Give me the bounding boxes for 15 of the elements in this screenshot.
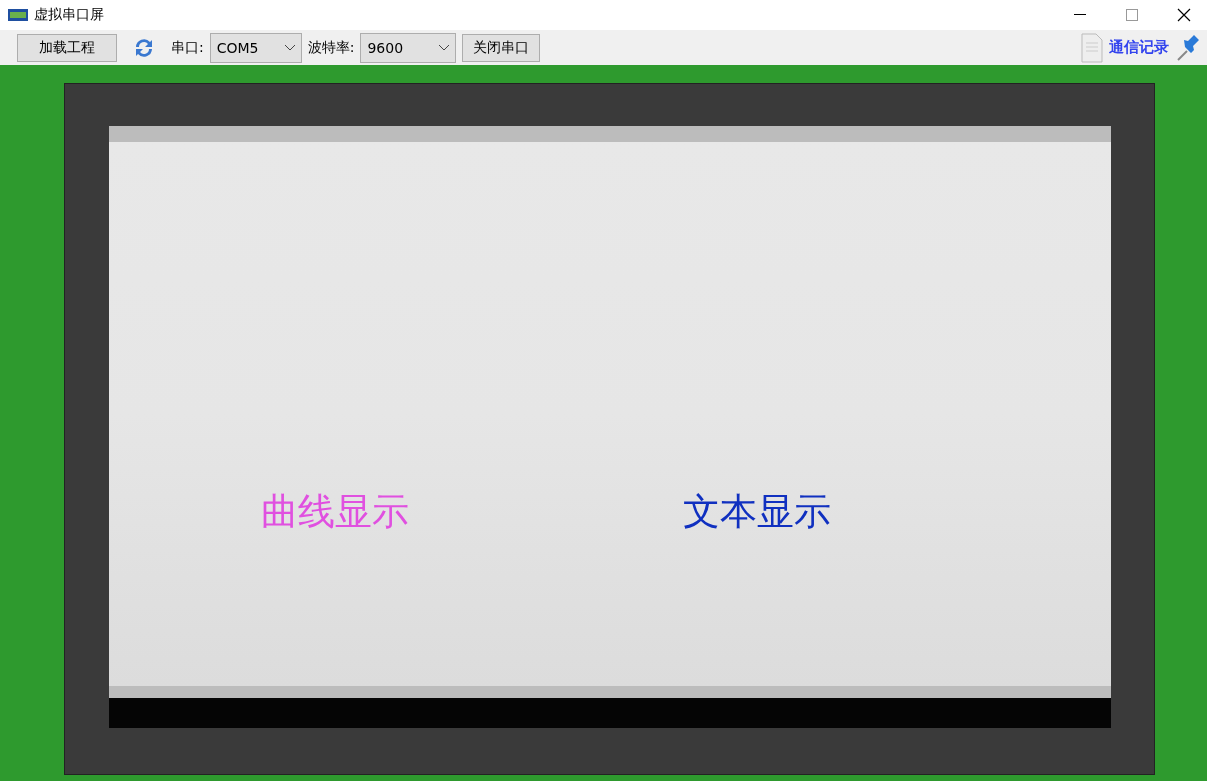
- minimize-icon[interactable]: [1074, 14, 1086, 16]
- baud-dropdown[interactable]: 9600: [360, 32, 457, 63]
- close-icon[interactable]: [1177, 8, 1191, 22]
- load-project-button[interactable]: 加载工程: [17, 33, 117, 62]
- close-port-button[interactable]: 关闭串口: [462, 33, 541, 62]
- app-icon: [8, 9, 28, 21]
- port-dropdown[interactable]: COM5: [209, 32, 302, 63]
- chevron-icon: [439, 44, 450, 51]
- window-title: 虚拟串口屏: [34, 6, 105, 24]
- baud-label: 波特率:: [307, 38, 355, 57]
- chevron-icon: [284, 44, 295, 51]
- maximize-icon[interactable]: [1126, 9, 1138, 21]
- port-label: 串口:: [171, 38, 204, 57]
- screen-menu-button[interactable]: 文本显示: [683, 486, 831, 537]
- comm-log-link[interactable]: 通信记录: [1109, 38, 1169, 57]
